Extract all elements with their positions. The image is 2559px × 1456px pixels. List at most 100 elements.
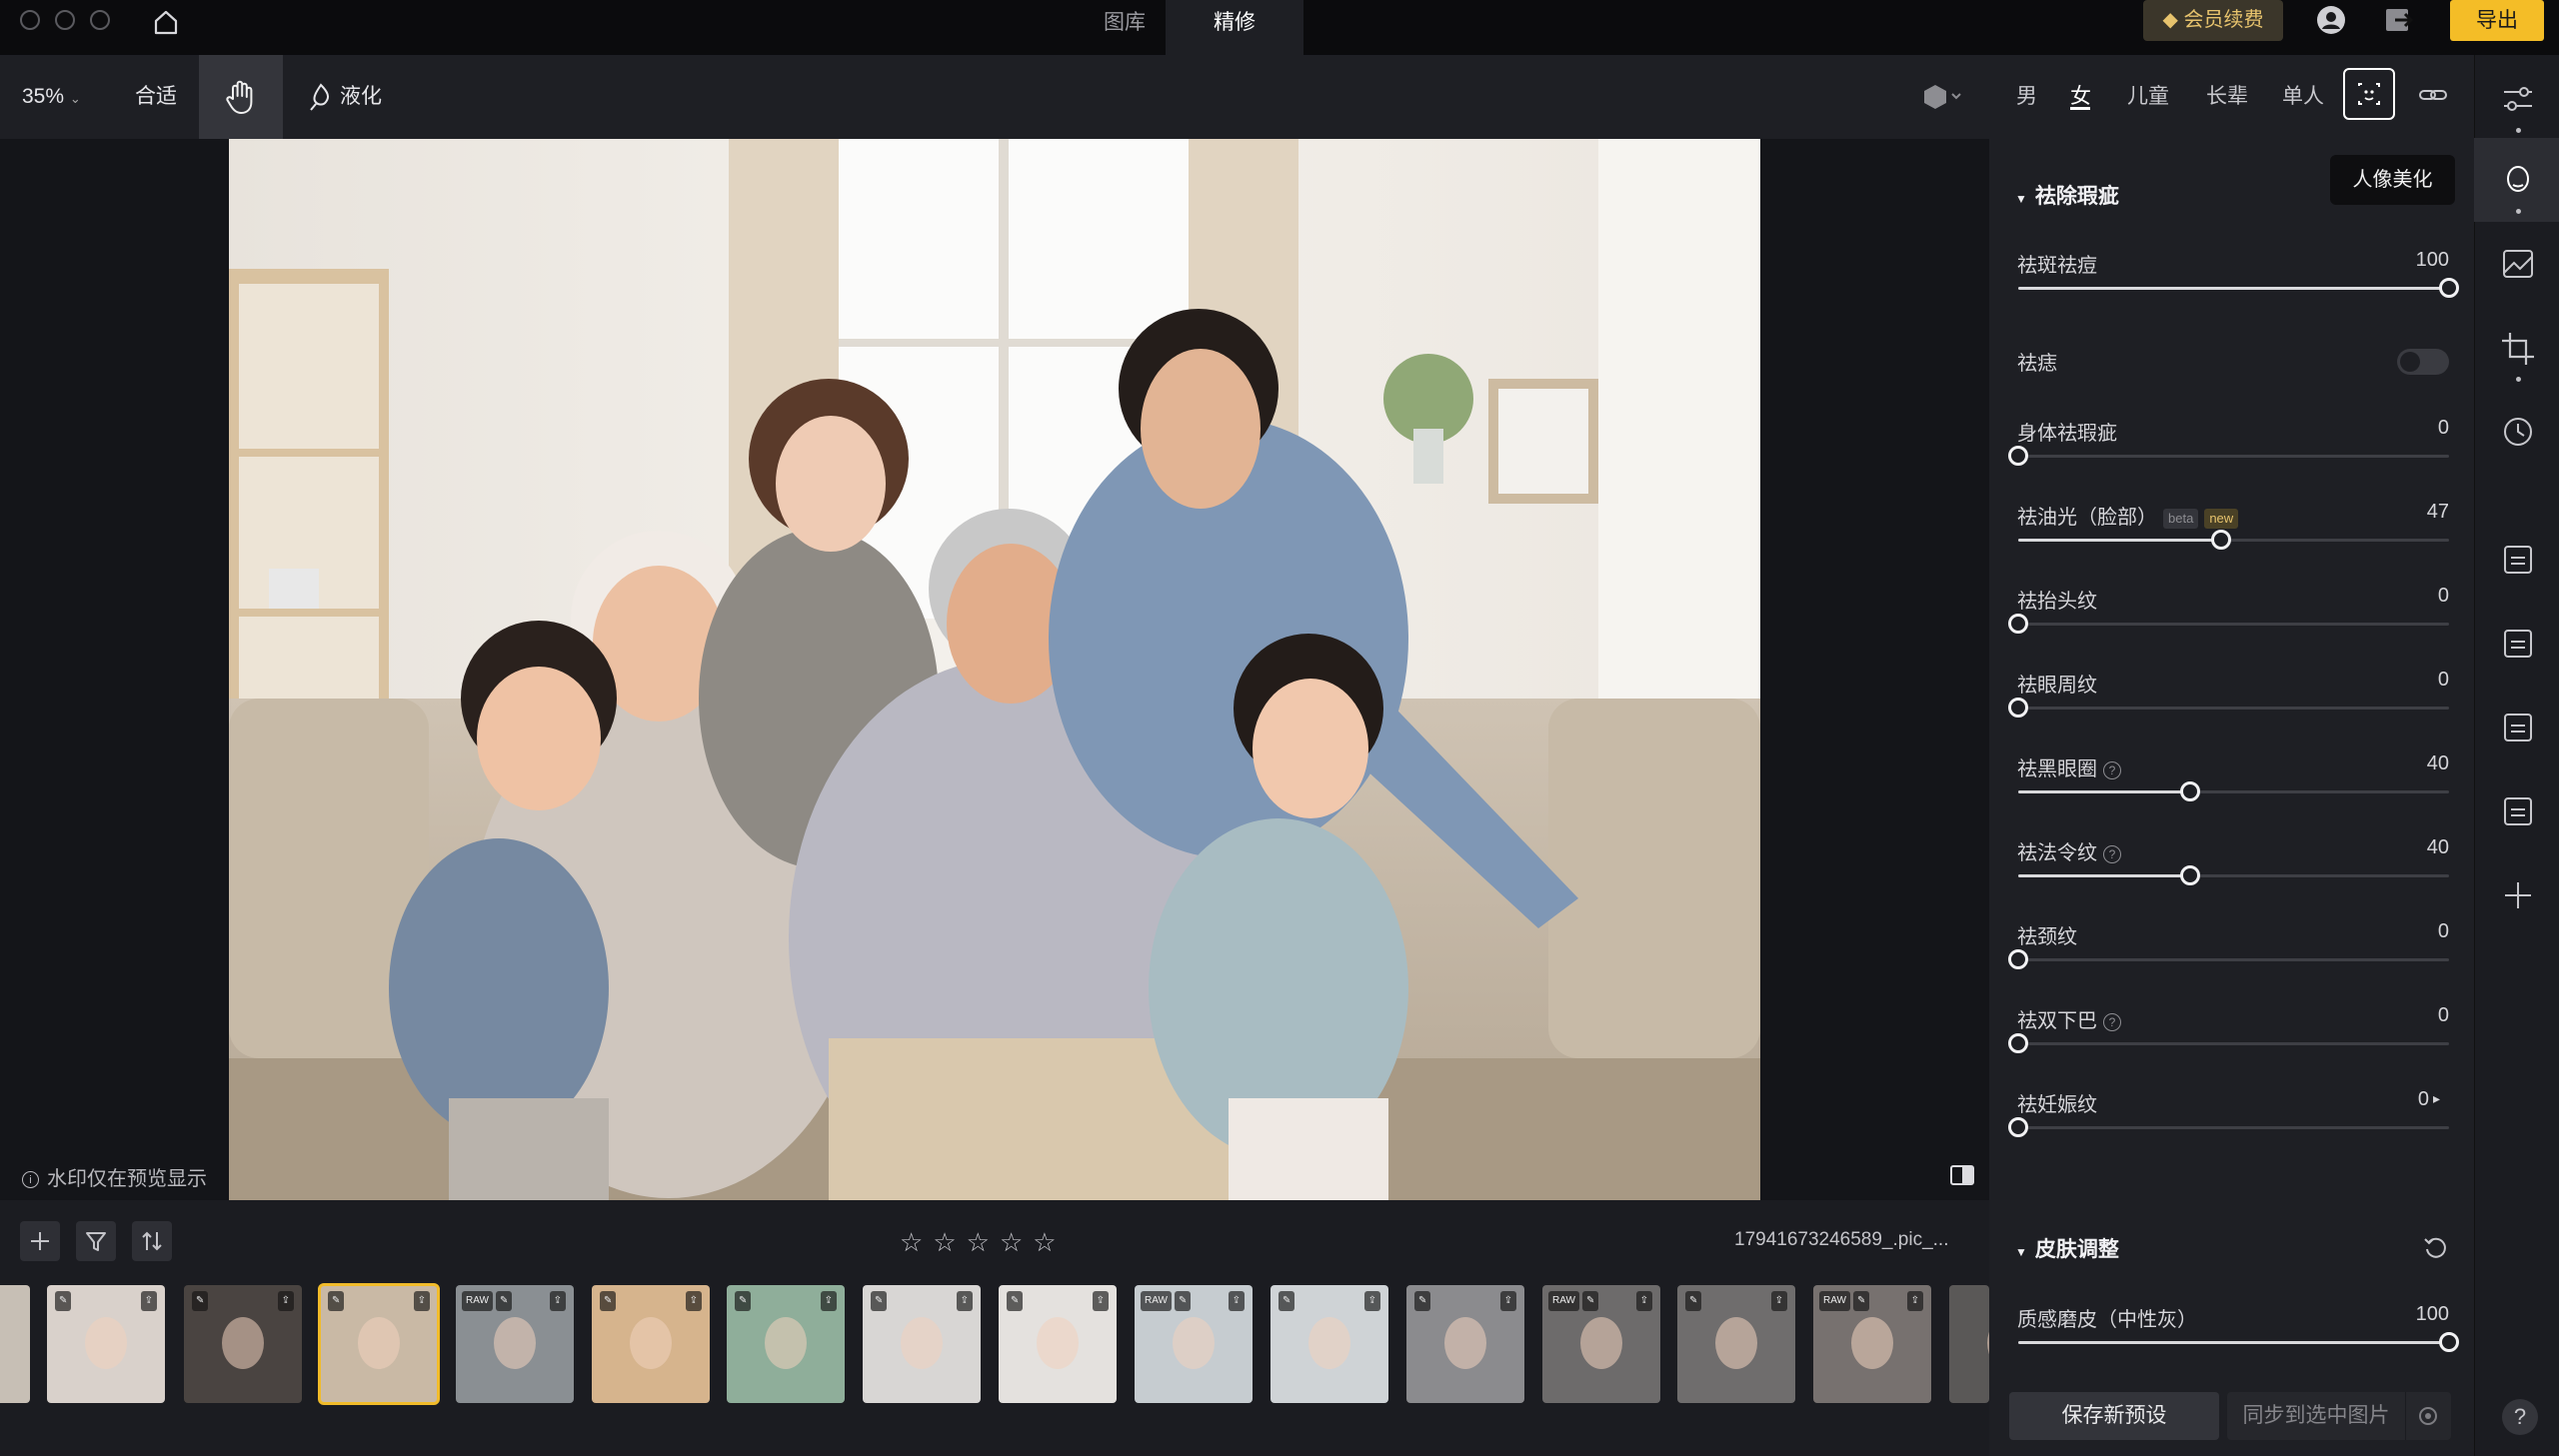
filter-button[interactable] [76,1221,116,1261]
toggle-switch[interactable] [2397,349,2449,375]
sync-settings-button[interactable] [2405,1392,2451,1440]
tab-female[interactable]: 女 [2070,55,2091,139]
filmstrip-thumbnail[interactable]: ✎ ⇪ [863,1285,981,1403]
home-icon[interactable] [152,8,180,36]
filmstrip-thumbnail[interactable]: RAW ✎ ⇪ [1135,1285,1253,1403]
slider-handle[interactable] [2439,1332,2459,1352]
filmstrip-thumbnail[interactable]: RAW ✎ ⇪ [456,1285,574,1403]
filmstrip-thumbnail[interactable] [0,1285,30,1403]
blemish-section-header[interactable]: ▼ 祛除瑕疵 [2015,180,2119,210]
reset-icon[interactable] [2422,1233,2450,1261]
nav-edit-tab[interactable]: 精修 [1166,0,1303,55]
link-icon[interactable] [2417,82,2449,108]
add-photo-button[interactable] [20,1221,60,1261]
slider-value[interactable]: 0 [2369,417,2449,440]
filmstrip-thumbnail[interactable]: ✎ ⇪ [1406,1285,1524,1403]
share-out-icon[interactable] [2383,4,2415,36]
help-question-icon[interactable]: ? [2103,1012,2121,1031]
slider-value[interactable]: 0 [2369,1004,2449,1027]
filmstrip-thumbnail[interactable]: RAW ✎ ⇪ [1542,1285,1660,1403]
hand-tool-button[interactable] [199,55,283,139]
tab-children[interactable]: 儿童 [2127,55,2169,139]
slider-handle[interactable] [2008,446,2028,466]
add-panel-icon[interactable] [2496,873,2540,917]
slider-track[interactable] [2018,1042,2449,1045]
window-close-button[interactable] [20,10,40,30]
skin-section-header[interactable]: ▼ 皮肤调整 [2015,1233,2119,1263]
slider-value[interactable]: 100 [2369,1303,2449,1326]
slider-track[interactable] [2018,1126,2449,1129]
adjust-sliders-icon[interactable] [2496,77,2540,121]
window-minimize-button[interactable] [55,10,75,30]
slider-handle[interactable] [2180,781,2200,801]
slider-handle[interactable] [2008,698,2028,718]
save-preset-button[interactable]: 保存新预设 [2009,1392,2219,1440]
slider-label-text: 祛抬头纹 [2017,591,2097,613]
window-maximize-button[interactable] [90,10,110,30]
slider-value[interactable]: 0 [2369,920,2449,943]
fit-button[interactable]: 合适 [135,55,177,139]
slider-handle[interactable] [2008,949,2028,969]
slider-value[interactable]: 47 [2369,501,2449,524]
liquify-button[interactable]: 液化 [308,55,382,139]
filmstrip-thumbnail[interactable]: ✎ ⇪ [999,1285,1117,1403]
history-icon[interactable] [2496,410,2540,454]
face-model-selector-icon[interactable] [1921,83,1961,111]
preset-panel-icon-4[interactable] [2496,789,2540,833]
export-status-icon: ⇪ [1499,1291,1516,1311]
tab-male[interactable]: 男 [2016,55,2037,139]
main-photo[interactable] [229,139,1760,1200]
rating-star[interactable]: ☆ [967,1227,1000,1257]
image-adjust-icon[interactable] [2496,242,2540,286]
export-button[interactable]: 导出 [2450,0,2544,41]
filmstrip-thumbnail[interactable]: ✎ ⇪ [727,1285,845,1403]
slider-handle[interactable] [2211,530,2231,550]
preset-panel-icon-3[interactable] [2496,706,2540,749]
slider-track[interactable] [2018,707,2449,710]
slider-handle[interactable] [2008,1033,2028,1053]
slider-handle[interactable] [2439,278,2459,298]
preset-panel-icon-2[interactable] [2496,622,2540,666]
slider-track[interactable] [2018,623,2449,626]
filmstrip-thumbnail[interactable]: RAW ✎ ⇪ [1813,1285,1931,1403]
filmstrip-thumbnail[interactable]: ✎ ⇪ [592,1285,710,1403]
sort-button[interactable] [132,1221,172,1261]
slider-value[interactable]: 100 [2369,249,2449,272]
rating-star[interactable]: ☆ [900,1227,933,1257]
slider-value[interactable]: 40 [2369,752,2449,775]
slider-handle[interactable] [2008,1117,2028,1137]
help-button[interactable]: ? [2502,1399,2538,1435]
slider-value[interactable]: 0 [2369,585,2449,608]
expand-arrow-icon[interactable]: ▸ [2433,1090,2440,1107]
account-avatar-icon[interactable] [2315,4,2347,36]
filmstrip-thumbnail[interactable]: ✎ ⇪ [184,1285,302,1403]
rating-star[interactable]: ☆ [1000,1227,1033,1257]
slider-handle[interactable] [2008,614,2028,634]
filmstrip-thumbnail[interactable]: ✎ ⇪ [318,1283,440,1405]
compare-icon[interactable] [1949,1164,1975,1186]
rating-stars[interactable]: ☆☆☆☆☆ [900,1227,1067,1258]
tab-elders[interactable]: 长辈 [2206,55,2248,139]
sync-selected-button[interactable]: 同步到选中图片 [2227,1392,2405,1440]
zoom-select[interactable]: 35% ⌄ [22,55,81,139]
tab-single[interactable]: 单人 [2282,55,2324,139]
slider-value[interactable]: 40 [2369,836,2449,859]
rating-star[interactable]: ☆ [933,1227,966,1257]
vip-renew-button[interactable]: ◆ 会员续费 [2143,0,2283,41]
crop-icon[interactable] [2496,327,2540,371]
slider-handle[interactable] [2180,865,2200,885]
slider-value[interactable]: 0 [2349,1088,2429,1111]
portrait-beautify-icon[interactable] [2496,158,2540,202]
help-question-icon[interactable]: ? [2103,844,2121,863]
slider-value[interactable]: 0 [2369,669,2449,692]
filmstrip-thumbnail[interactable]: ✎ ⇪ [1677,1285,1795,1403]
rating-star[interactable]: ☆ [1033,1227,1066,1257]
filmstrip-thumbnail[interactable]: ✎ ⇪ [1271,1285,1388,1403]
slider-track[interactable] [2018,455,2449,458]
help-question-icon[interactable]: ? [2103,760,2121,779]
filmstrip-thumbnail[interactable]: ✎ ⇪ [47,1285,165,1403]
slider-track[interactable] [2018,958,2449,961]
face-detect-button[interactable] [2343,68,2395,120]
preset-panel-icon-1[interactable] [2496,538,2540,582]
filmstrip-thumbnail[interactable] [1949,1285,1989,1403]
